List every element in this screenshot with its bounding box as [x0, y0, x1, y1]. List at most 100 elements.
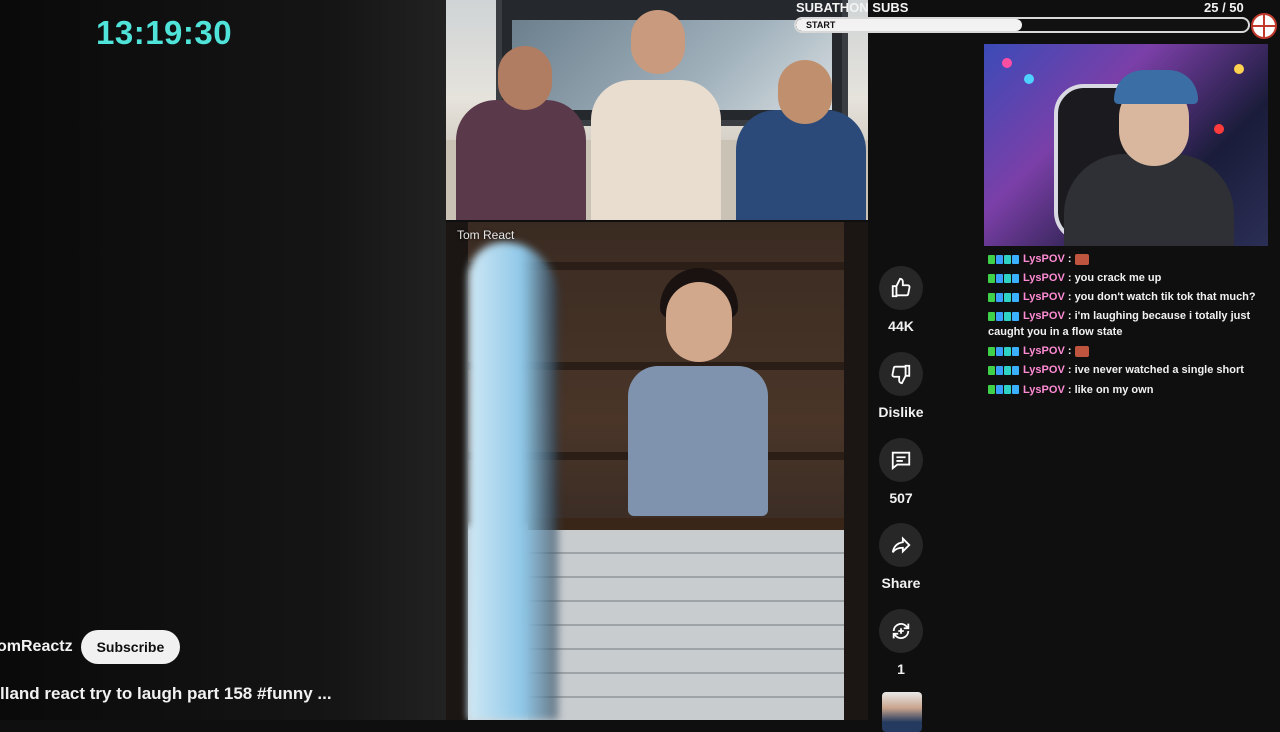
stream-timer: 13:19:30: [96, 14, 233, 51]
badge-icon: [996, 273, 1003, 283]
share-label: Share: [881, 575, 921, 591]
badge-icon: [996, 385, 1003, 395]
subathon-title: SUBATHON SUBS: [796, 0, 909, 15]
channel-avatar[interactable]: [882, 692, 922, 732]
chat-message: LysPOV : i'm laughing because i totally …: [988, 308, 1251, 339]
like-action[interactable]: 44K: [868, 266, 934, 334]
badge-icon: [1004, 366, 1011, 376]
badge-icon: [996, 292, 1003, 302]
chat-username[interactable]: LysPOV: [1023, 310, 1065, 322]
chat-username[interactable]: LysPOV: [1023, 384, 1065, 396]
emote-icon: [1074, 345, 1089, 357]
channel-row: omReactz Subscribe: [0, 630, 181, 664]
brick-wall: [528, 530, 844, 720]
chat-text: like on my own: [1074, 383, 1154, 396]
streamer-cap: [1114, 70, 1198, 104]
chat-badges: [988, 363, 1020, 379]
blurred-foreground: [468, 242, 558, 720]
remix-count: 1: [897, 661, 905, 677]
comment-icon: [891, 451, 911, 471]
short-video-frame: [468, 222, 844, 720]
share-action[interactable]: Share: [868, 523, 934, 591]
share-icon: [891, 536, 911, 554]
left-panel: 13:19:30 omReactz Subscribe lland react …: [0, 0, 446, 720]
overlay-tag: Tom React: [457, 228, 515, 242]
counter: [528, 518, 844, 530]
chat-username[interactable]: LysPOV: [1023, 345, 1065, 357]
chat-message: LysPOV : you crack me up: [988, 270, 1258, 286]
reaction-video: [446, 0, 868, 220]
badge-icon: [1012, 273, 1019, 283]
remix-button[interactable]: [879, 609, 923, 653]
badge-icon: [996, 311, 1003, 321]
badge-icon: [1012, 347, 1019, 357]
badge-icon: [1004, 385, 1011, 395]
badge-icon: [1004, 311, 1011, 321]
video-title[interactable]: lland react try to laugh part 158 #funny…: [0, 684, 332, 704]
dislike-action[interactable]: Dislike: [868, 352, 934, 420]
badge-icon: [1012, 292, 1019, 302]
like-count: 44K: [888, 318, 914, 334]
subathon-count: 25 / 50: [1204, 0, 1244, 15]
chat-badges: [988, 289, 1020, 305]
chat-badges: [988, 270, 1020, 286]
badge-icon: [988, 385, 995, 395]
dislike-label: Dislike: [878, 404, 924, 420]
chat-text: ive never watched a single short: [1074, 364, 1244, 377]
badge-icon: [996, 366, 1003, 376]
crosshair-icon: [1251, 13, 1277, 39]
video-subject: [608, 268, 788, 532]
badge-icon: [1012, 254, 1019, 264]
chat-message: LysPOV :: [988, 343, 1258, 359]
dislike-button[interactable]: [879, 352, 923, 396]
chat-message: LysPOV :: [988, 251, 1258, 267]
remix-action[interactable]: 1: [868, 609, 934, 677]
badge-icon: [1004, 254, 1011, 264]
chat-badges: [988, 343, 1020, 359]
reactor-center: [591, 10, 721, 220]
chat-username[interactable]: LysPOV: [1023, 291, 1065, 303]
subscribe-button[interactable]: Subscribe: [80, 630, 181, 664]
subathon-progress-bar: START: [794, 17, 1250, 33]
comment-action[interactable]: 507: [868, 438, 934, 506]
short-video-player[interactable]: [446, 222, 868, 720]
chat-text: you crack me up: [1074, 272, 1162, 285]
badge-icon: [1012, 385, 1019, 395]
badge-icon: [988, 311, 995, 321]
remix-icon: [892, 623, 910, 639]
comment-button[interactable]: [879, 438, 923, 482]
reactor-left: [456, 46, 586, 220]
thumbs-down-icon: [891, 364, 911, 385]
badge-icon: [988, 254, 995, 264]
chat-username[interactable]: LysPOV: [1023, 364, 1065, 376]
badge-icon: [988, 292, 995, 302]
emote-icon: [1074, 253, 1089, 265]
chat-username[interactable]: LysPOV: [1023, 272, 1065, 284]
chat-badges: [988, 308, 1020, 324]
chat-message: LysPOV : you don't watch tik tok that mu…: [988, 289, 1258, 305]
badge-icon: [1004, 292, 1011, 302]
subathon-start-label: START: [806, 20, 836, 30]
chat-badges: [988, 251, 1020, 267]
thumbs-up-icon: [891, 277, 911, 298]
badge-icon: [996, 347, 1003, 357]
chat-badges: [988, 382, 1020, 398]
chat-message: LysPOV : like on my own: [988, 382, 1258, 398]
streamer: [1064, 154, 1234, 246]
reactor-right: [736, 60, 866, 220]
badge-icon: [1004, 273, 1011, 283]
badge-icon: [1012, 311, 1019, 321]
comment-count: 507: [889, 490, 913, 506]
badge-icon: [1004, 347, 1011, 357]
streamer-webcam: [984, 44, 1268, 246]
chat-text: you don't watch tik tok that much?: [1074, 291, 1256, 304]
channel-name[interactable]: omReactz: [0, 638, 73, 656]
badge-icon: [988, 347, 995, 357]
chat-username[interactable]: LysPOV: [1023, 253, 1065, 265]
chat-feed: LysPOV : LysPOV : you crack me up LysPOV …: [988, 251, 1258, 401]
badge-icon: [996, 254, 1003, 264]
badge-icon: [988, 366, 995, 376]
like-button[interactable]: [879, 266, 923, 310]
share-button[interactable]: [879, 523, 923, 567]
chat-message: LysPOV : ive never watched a single shor…: [988, 362, 1258, 378]
